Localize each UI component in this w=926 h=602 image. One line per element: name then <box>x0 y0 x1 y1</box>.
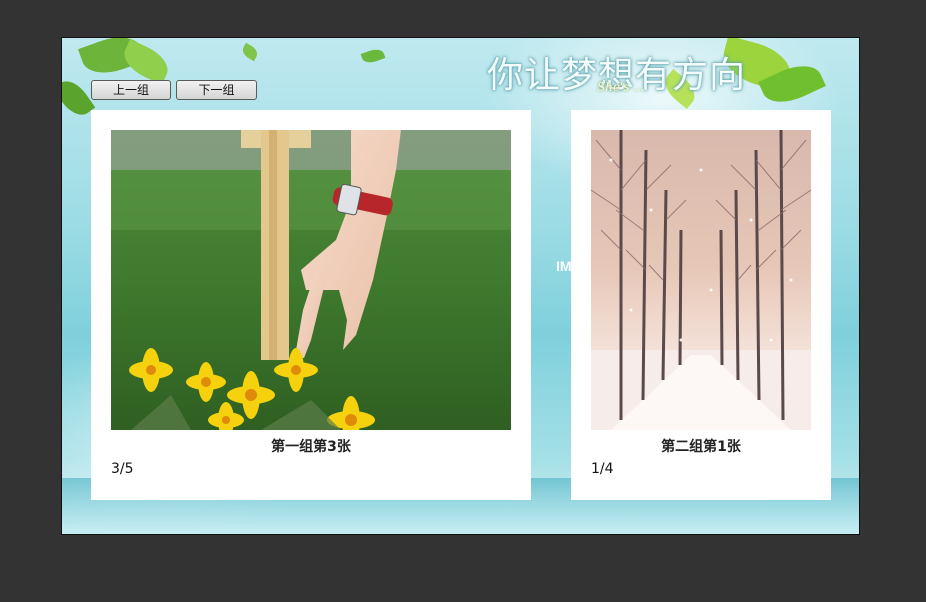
banner-subtitle: She's ... <box>597 80 645 94</box>
slide-caption: 第一组第3张 <box>271 439 351 455</box>
slideshow-stage: 你让梦想有方向 She's ... IM 上一组 下一组 第一组第3张 3/5 … <box>61 37 860 535</box>
slide-card-group-2: 第二组第1张 1/4 <box>571 110 831 500</box>
slide-photo[interactable] <box>591 130 811 430</box>
previous-group-button[interactable]: 上一组 <box>91 80 171 100</box>
background-text: IM <box>556 258 572 274</box>
flowers-photo-image <box>111 130 511 430</box>
slide-caption: 第二组第1张 <box>661 439 741 455</box>
slide-counter: 1/4 <box>591 461 614 477</box>
leaf-decoration <box>118 39 174 85</box>
slide-counter: 3/5 <box>111 461 134 477</box>
next-group-button[interactable]: 下一组 <box>176 80 257 100</box>
snow-road-photo-image <box>591 130 811 430</box>
leaf-decoration <box>360 46 386 66</box>
slide-photo[interactable] <box>111 130 511 430</box>
leaf-decoration <box>240 42 260 62</box>
slide-card-group-1: 第一组第3张 3/5 <box>91 110 531 500</box>
